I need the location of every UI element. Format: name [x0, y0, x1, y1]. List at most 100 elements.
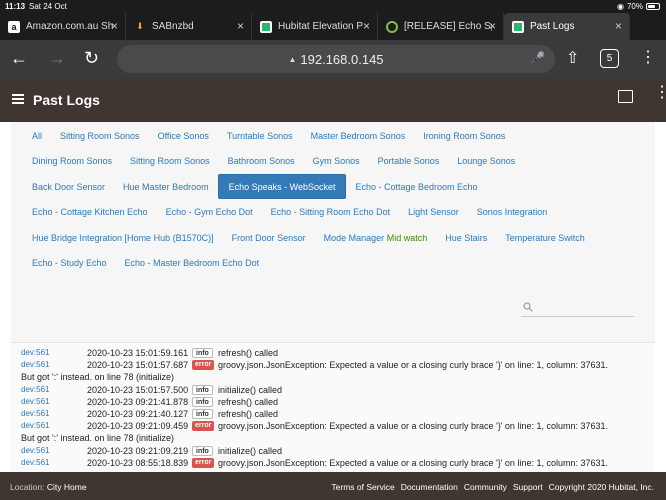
device-filter-link[interactable]: Hue Master Bedroom — [114, 182, 218, 192]
device-filter-label: Back Door Sensor — [32, 181, 106, 192]
log-device-link[interactable]: dev:561 — [21, 420, 49, 432]
filter-row: Back Door Sensor Hue Master Bedroom Echo S… — [23, 174, 643, 200]
log-level-badge: error — [192, 457, 215, 468]
filter-row: Echo - Cottage Kitchen Echo Echo - Gym Ec… — [23, 200, 643, 226]
device-filter-label: Mode Manager — [323, 232, 385, 243]
log-device-link[interactable]: dev:561 — [21, 396, 49, 408]
log-line-continuation: But got ':' instead. on line 78 (initial… — [11, 371, 655, 383]
microphone-icon[interactable]: 🎤 — [530, 51, 545, 65]
device-filter-link[interactable]: Lounge Sonos — [448, 156, 524, 166]
forward-arrow-icon[interactable]: → — [48, 48, 66, 69]
device-filter-label: Echo - Cottage Kitchen Echo — [32, 207, 148, 218]
more-menu-icon[interactable]: ⋮ — [640, 47, 656, 67]
footer-link-community[interactable]: Community — [464, 482, 507, 492]
browser-tab-4[interactable]: [RELEASE] Echo Sp × — [378, 13, 504, 40]
device-filter-link[interactable]: Echo - Study Echo — [23, 258, 116, 268]
device-filter-label: Office Sonos — [157, 130, 209, 141]
browser-tab-2[interactable]: ⬇ SABnzbd × — [126, 13, 252, 40]
log-timestamp: 2020-10-23 15:01:57.500 — [87, 384, 189, 395]
footer-link-terms[interactable]: Terms of Service — [331, 482, 394, 492]
device-filter-link[interactable]: Back Door Sensor — [23, 182, 114, 192]
log-device-link[interactable]: dev:561 — [21, 359, 49, 371]
browser-tab-5[interactable]: Past Logs × — [504, 13, 630, 40]
log-level-badge: error — [192, 421, 215, 432]
device-filter-link[interactable]: Hue Bridge Integration [Home Hub (B1570C… — [23, 233, 223, 243]
device-filter-link[interactable]: Gym Sonos — [304, 156, 369, 166]
device-filter-link[interactable]: Sonos Integration — [468, 207, 557, 217]
log-message: refresh() called — [218, 396, 279, 407]
device-filter-label: Front Door Sensor — [231, 232, 306, 243]
device-filter-link[interactable]: Front Door Sensor — [223, 233, 315, 243]
back-arrow-icon[interactable]: ← — [10, 48, 28, 69]
log-device-link[interactable]: dev:561 — [21, 457, 49, 469]
device-filter-label: Light Sensor — [408, 207, 459, 218]
device-filter-link[interactable]: Light Sensor — [399, 207, 468, 217]
device-filter-link[interactable]: Temperature Switch — [496, 233, 594, 243]
footer-link-support[interactable]: Support — [513, 482, 543, 492]
reload-icon[interactable]: ↻ — [84, 48, 99, 69]
log-message: groovy.json.JsonException: Expected a va… — [218, 421, 608, 432]
device-filter-link[interactable]: Dining Room Sonos — [23, 156, 121, 166]
search-input[interactable] — [521, 316, 634, 317]
log-device-link[interactable]: dev:561 — [21, 445, 49, 457]
tab-label: SABnzbd — [152, 21, 194, 32]
device-filter-link[interactable]: Echo Speaks - WebSocket — [217, 174, 347, 200]
browser-toolbar: ← → ↻ ▲ 192.168.0.145 🎤 ⇧ 5 ⋮ — [0, 40, 666, 78]
log-message: initialize() called — [218, 384, 283, 395]
location-value[interactable]: City Home — [47, 482, 87, 492]
hamburger-menu-icon[interactable] — [12, 94, 24, 104]
location: Location: City Home — [10, 482, 87, 492]
device-filter-link[interactable]: All — [23, 131, 51, 141]
close-tab-icon[interactable]: × — [363, 19, 370, 33]
device-filter-label: Hue Stairs — [445, 232, 488, 243]
device-filter-link[interactable]: Bathroom Sonos — [219, 156, 304, 166]
footer-link-documentation[interactable]: Documentation — [401, 482, 458, 492]
device-filter-label: Hue Master Bedroom — [123, 181, 209, 192]
device-filter-link[interactable]: Echo - Cottage Bedroom Echo — [346, 182, 486, 192]
log-message: refresh() called — [218, 348, 279, 358]
device-filter-list: All Sitting Room Sonos Office Sonos Turntab… — [23, 123, 643, 276]
mode-status: Mid watch — [386, 232, 428, 243]
device-filter-link[interactable]: Sitting Room Sonos — [121, 156, 219, 166]
log-timestamp: 2020-10-23 09:21:09.459 — [87, 421, 189, 432]
log-timestamp: 2020-10-23 08:55:18.839 — [87, 457, 189, 468]
download-icon: ⬇ — [136, 21, 144, 31]
browser-tab-3[interactable]: Hubitat Elevation P × — [252, 13, 378, 40]
device-filter-link[interactable]: Portable Sonos — [369, 156, 449, 166]
tab-label: [RELEASE] Echo Sp — [404, 21, 492, 32]
log-device-link[interactable]: dev:561 — [21, 347, 49, 359]
device-filter-link[interactable]: Sitting Room Sonos — [51, 131, 149, 141]
device-filter-link[interactable]: Hue Stairs — [436, 233, 496, 243]
chat-icon[interactable] — [618, 90, 633, 103]
close-tab-icon[interactable]: × — [615, 19, 622, 33]
log-timestamp: 2020-10-23 15:01:57.687 — [87, 360, 189, 371]
tab-count-button[interactable]: 5 — [600, 49, 619, 68]
log-line: dev:561 2020-10-23 09:21:41.878 info refres… — [11, 396, 655, 408]
device-filter-link[interactable]: Turntable Sonos — [218, 131, 302, 141]
device-filter-link[interactable]: Echo - Gym Echo Dot — [157, 207, 262, 217]
more-vert-icon[interactable]: ⋮ — [654, 85, 666, 101]
browser-tab-1[interactable]: a Amazon.com.au Sh × — [0, 13, 126, 40]
device-filter-label: Portable Sonos — [377, 156, 440, 167]
close-tab-icon[interactable]: × — [237, 19, 244, 33]
device-filter-link[interactable]: Echo - Cottage Kitchen Echo — [23, 207, 157, 217]
logs-panel: All Sitting Room Sonos Office Sonos Turntab… — [11, 122, 655, 472]
footer: Location: City Home Terms of Service Doc… — [0, 472, 666, 500]
close-tab-icon[interactable]: × — [489, 19, 496, 33]
device-filter-link[interactable]: Ironing Room Sonos — [414, 131, 514, 141]
share-icon[interactable]: ⇧ — [566, 48, 579, 68]
device-filter-link[interactable]: Mode Manager Mid watch — [315, 233, 437, 243]
device-filter-link[interactable]: Echo - Sitting Room Echo Dot — [262, 207, 400, 217]
device-filter-label: Echo - Sitting Room Echo Dot — [270, 207, 391, 218]
log-device-link[interactable]: dev:561 — [21, 384, 49, 396]
device-filter-link[interactable]: Echo - Master Bedroom Echo Dot — [116, 258, 269, 268]
url-text: 192.168.0.145 — [300, 51, 384, 67]
close-tab-icon[interactable]: × — [111, 19, 118, 33]
log-level-badge: info — [192, 396, 213, 407]
device-filter-link[interactable]: Master Bedroom Sonos — [302, 131, 415, 141]
log-message: initialize() called — [218, 445, 283, 456]
device-filter-link[interactable]: Office Sonos — [149, 131, 218, 141]
device-filter-label: Sonos Integration — [476, 207, 548, 218]
log-device-link[interactable]: dev:561 — [21, 408, 49, 420]
address-bar[interactable]: ▲ 192.168.0.145 🎤 — [117, 45, 555, 73]
